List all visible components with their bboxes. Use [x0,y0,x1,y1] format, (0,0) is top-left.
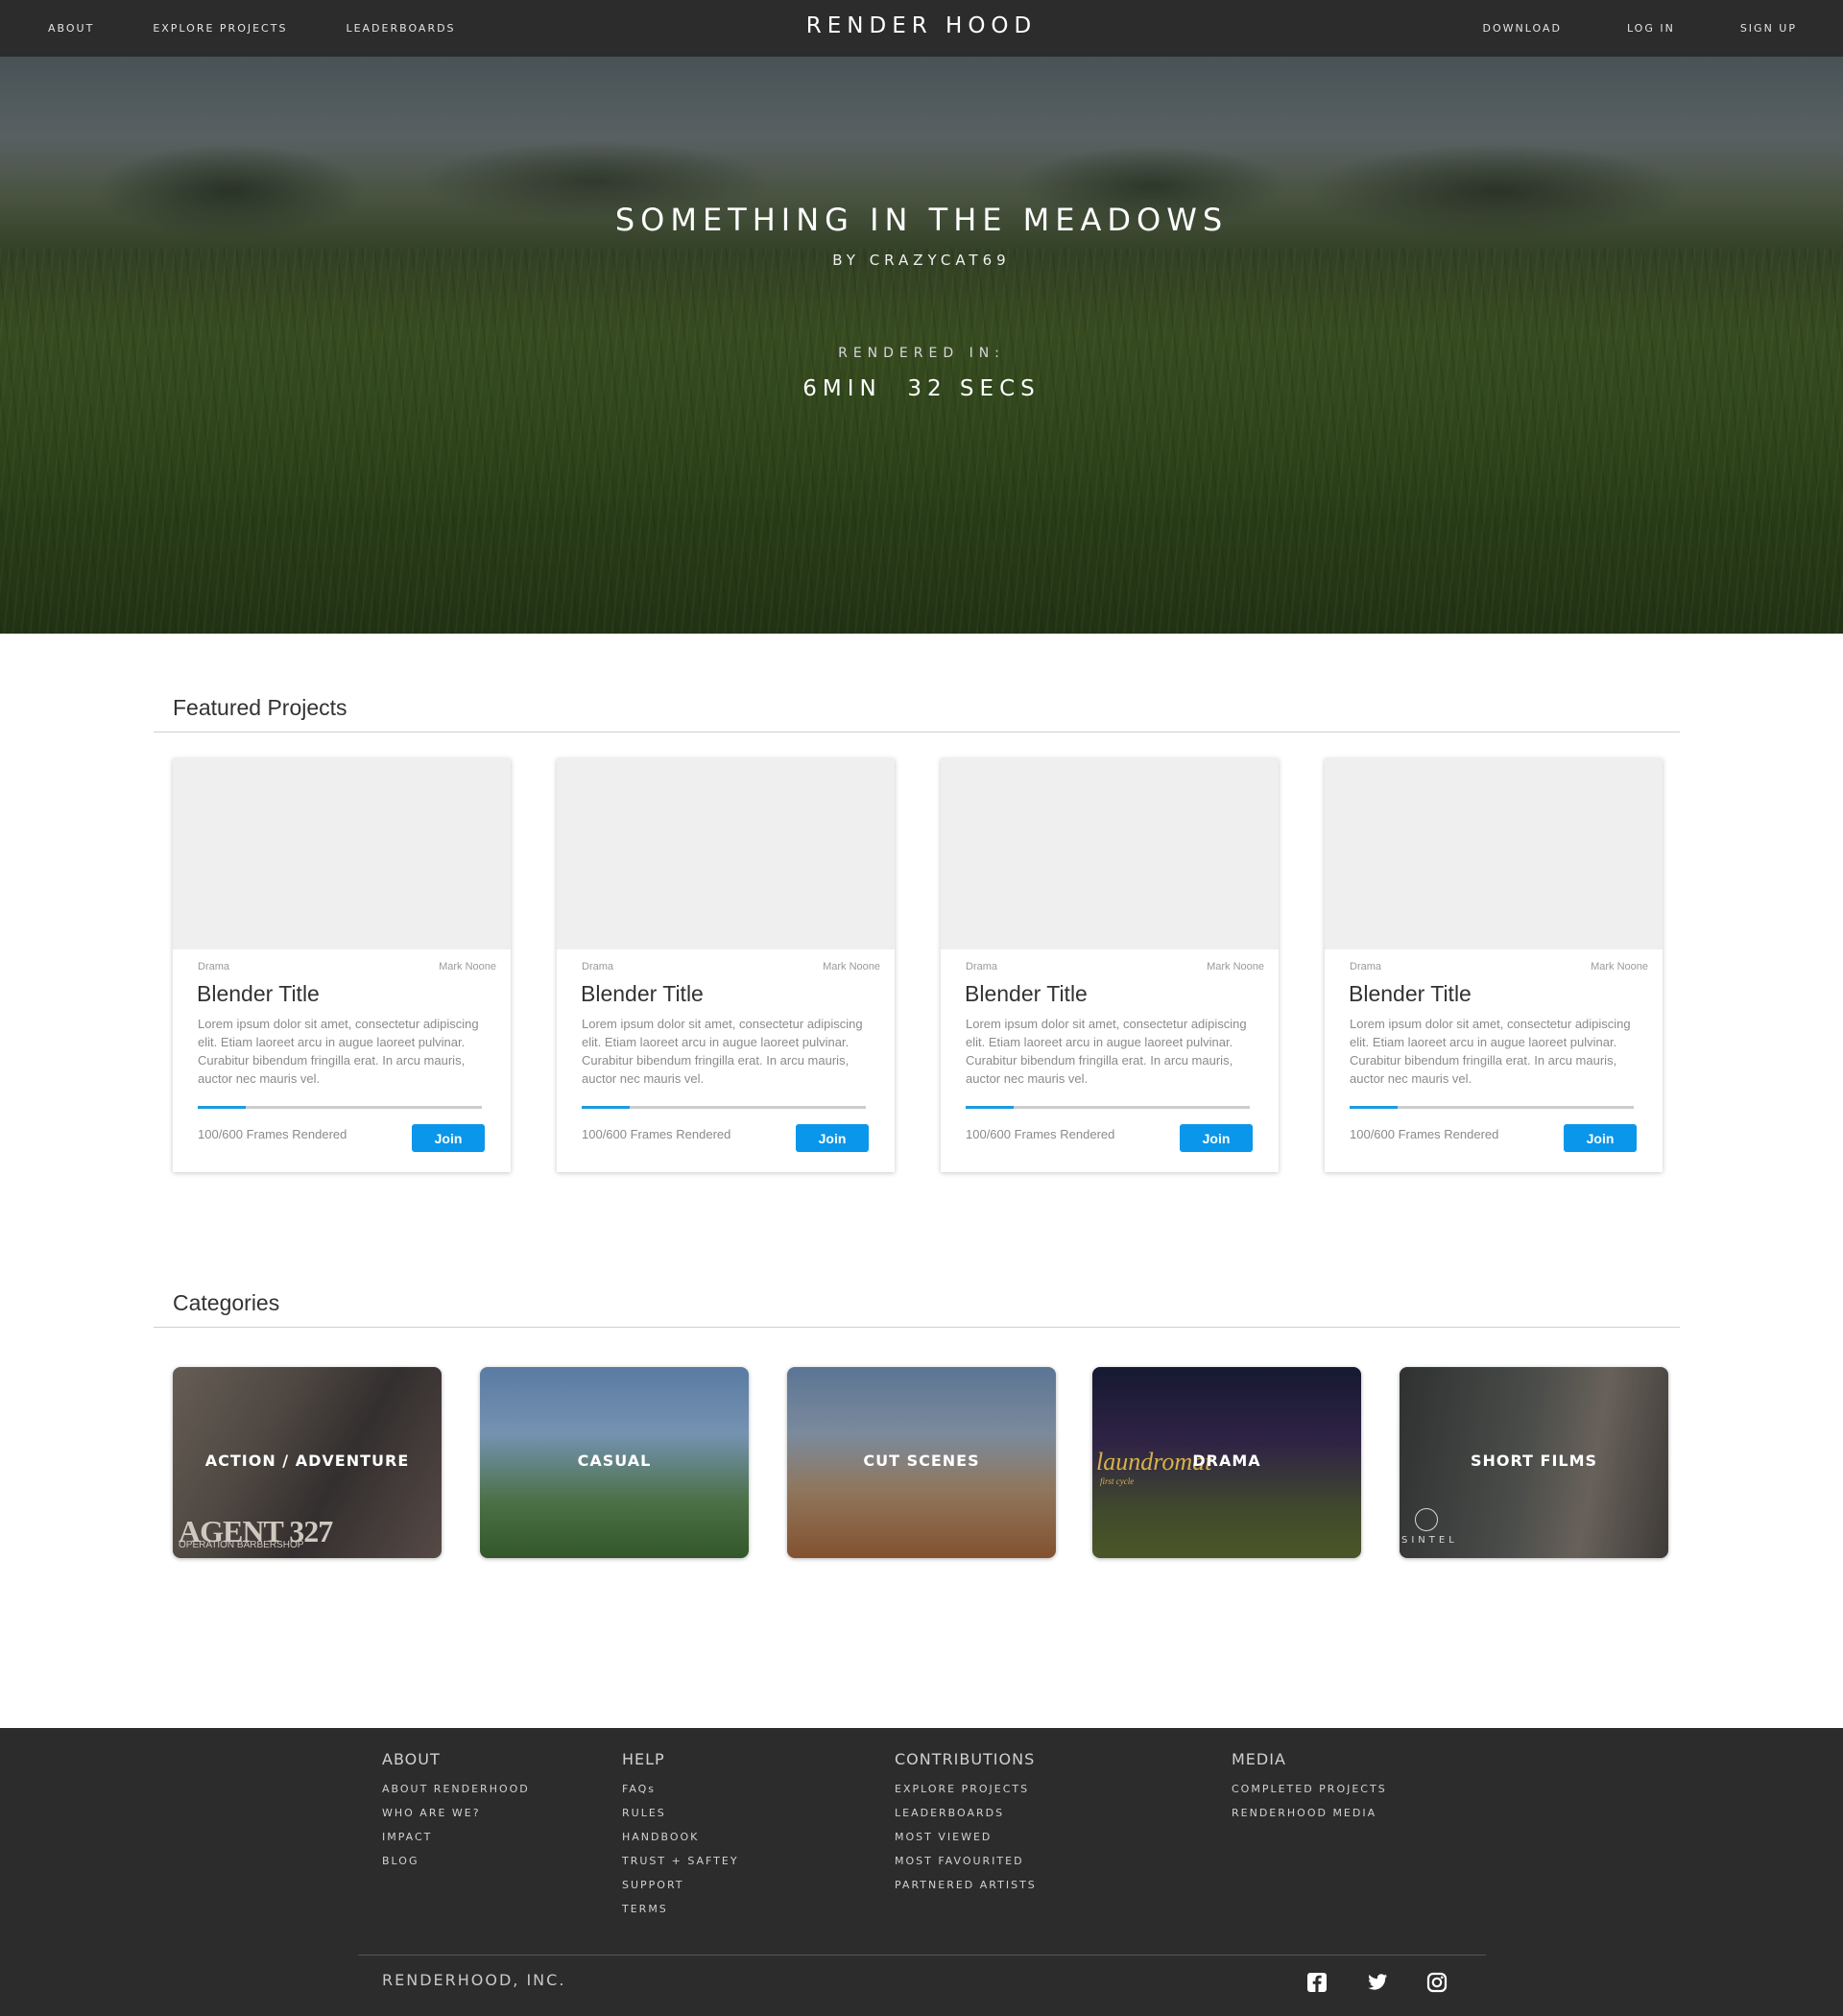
sintel-logo: SINTEL [1401,1535,1458,1546]
category-label: CASUAL [577,1452,652,1470]
project-card[interactable]: Drama Mark Noone Blender Title Lorem ipsum … [557,758,895,1172]
footer-link[interactable]: FAQs [622,1777,739,1801]
footer-link[interactable]: BLOG [382,1849,530,1873]
category-casual[interactable]: CASUAL [480,1367,749,1558]
project-thumbnail[interactable] [173,758,511,949]
footer-link[interactable]: LEADERBOARDS [895,1801,1037,1825]
project-card[interactable]: Drama Mark Noone Blender Title Lorem ipsum … [941,758,1279,1172]
project-title[interactable]: Blender Title [965,981,1088,1007]
category-cut-scenes[interactable]: CUT SCENES [787,1367,1056,1558]
instagram-icon[interactable] [1426,1972,1448,1993]
footer-link[interactable]: TRUST + SAFTEY [622,1849,739,1873]
footer-column-heading: CONTRIBUTIONS [895,1750,1036,1768]
project-genre: Drama [1350,961,1382,972]
render-progress-bar [582,1106,866,1109]
render-progress-fill [966,1106,1015,1109]
category-label: SHORT FILMS [1470,1452,1598,1470]
category-short-films[interactable]: SINTEL SHORT FILMS [1400,1367,1668,1558]
footer-link[interactable]: WHO ARE WE? [382,1801,530,1825]
project-thumbnail[interactable] [557,758,895,949]
project-genre: Drama [966,961,998,972]
top-navbar: ABOUT EXPLORE PROJECTS LEADERBOARDS REND… [0,0,1843,57]
categories-divider [154,1327,1680,1328]
join-button[interactable]: Join [1180,1124,1253,1152]
project-genre: Drama [198,961,230,972]
footer-link[interactable]: PARTNERED ARTISTS [895,1873,1037,1897]
project-thumbnail[interactable] [941,758,1279,949]
join-button[interactable]: Join [796,1124,869,1152]
join-button[interactable]: Join [412,1124,485,1152]
project-author[interactable]: Mark Noone [823,961,880,972]
render-progress-bar [198,1106,482,1109]
footer: ABOUT ABOUT RENDERHOOD WHO ARE WE? IMPAC… [0,1728,1843,2016]
footer-column-heading: ABOUT [382,1750,441,1768]
footer-link[interactable]: MOST FAVOURITED [895,1849,1037,1873]
hero-author[interactable]: BY CRAZYCAT69 [0,252,1843,269]
join-button[interactable]: Join [1564,1124,1637,1152]
project-description: Lorem ipsum dolor sit amet, consectetur … [966,1017,1247,1086]
frames-rendered-count: 100/600 Frames Rendered [198,1127,347,1141]
project-description: Lorem ipsum dolor sit amet, consectetur … [582,1017,863,1086]
hero-rendered-time: 6MIN 32 SECS [802,376,1041,401]
footer-link[interactable]: RULES [622,1801,739,1825]
footer-about-column: ABOUT ABOUT RENDERHOOD WHO ARE WE? IMPAC… [382,1750,530,1873]
laundromat-logo-subtitle: first cycle [1100,1476,1135,1486]
footer-link[interactable]: ABOUT RENDERHOOD [382,1777,530,1801]
footer-company-name: RENDERHOOD, INC. [382,1971,566,1989]
featured-projects-heading: Featured Projects [173,695,347,720]
frames-rendered-count: 100/600 Frames Rendered [582,1127,731,1141]
frames-rendered-count: 100/600 Frames Rendered [966,1127,1115,1141]
render-progress-bar [1350,1106,1634,1109]
footer-help-column: HELP FAQs RULES HANDBOOK TRUST + SAFTEY … [622,1750,739,1921]
frames-rendered-count: 100/600 Frames Rendered [1350,1127,1499,1141]
category-label: ACTION / ADVENTURE [204,1452,410,1470]
category-label: DRAMA [1192,1452,1261,1470]
project-title[interactable]: Blender Title [197,981,320,1007]
project-author[interactable]: Mark Noone [1591,961,1648,972]
footer-media-column: MEDIA COMPLETED PROJECTS RENDERHOOD MEDI… [1232,1750,1387,1825]
footer-column-heading: MEDIA [1232,1750,1286,1768]
project-title[interactable]: Blender Title [1349,981,1472,1007]
sintel-emblem-icon [1415,1508,1438,1531]
project-description: Lorem ipsum dolor sit amet, consectetur … [198,1017,479,1086]
footer-link[interactable]: TERMS [622,1897,739,1921]
hero-rendered-label: RENDERED IN: [838,346,1005,361]
project-card[interactable]: Drama Mark Noone Blender Title Lorem ipsum … [173,758,511,1172]
footer-link[interactable]: IMPACT [382,1825,530,1849]
project-genre: Drama [582,961,614,972]
project-author[interactable]: Mark Noone [1207,961,1264,972]
footer-link[interactable]: COMPLETED PROJECTS [1232,1777,1387,1801]
render-progress-fill [1350,1106,1399,1109]
render-progress-fill [198,1106,247,1109]
footer-column-heading: HELP [622,1750,665,1768]
categories-heading: Categories [173,1290,280,1315]
agent-327-logo-subtitle: OPERATION BARBERSHOP [179,1540,304,1550]
nav-download-link[interactable]: DOWNLOAD [1483,22,1562,35]
hero-title: SOMETHING IN THE MEADOWS [614,202,1229,238]
footer-link[interactable]: SUPPORT [622,1873,739,1897]
footer-divider [358,1955,1486,1956]
render-progress-fill [582,1106,631,1109]
project-title[interactable]: Blender Title [581,981,704,1007]
project-description: Lorem ipsum dolor sit amet, consectetur … [1350,1017,1631,1086]
facebook-icon[interactable] [1306,1972,1328,1993]
footer-contributions-column: CONTRIBUTIONS EXPLORE PROJECTS LEADERBOA… [895,1750,1037,1897]
nav-signup-link[interactable]: SIGN UP [1740,22,1797,35]
category-drama[interactable]: laundromat first cycle DRAMA [1092,1367,1361,1558]
footer-link[interactable]: MOST VIEWED [895,1825,1037,1849]
nav-right-links: DOWNLOAD LOG IN SIGN UP [1483,0,1798,57]
hero-banner: SOMETHING IN THE MEADOWS BY CRAZYCAT69 R… [0,57,1843,634]
project-thumbnail[interactable] [1325,758,1663,949]
category-label: CUT SCENES [863,1452,980,1470]
project-card[interactable]: Drama Mark Noone Blender Title Lorem ipsum … [1325,758,1663,1172]
footer-link[interactable]: HANDBOOK [622,1825,739,1849]
project-author[interactable]: Mark Noone [439,961,496,972]
category-action-adventure[interactable]: AGENT 327 OPERATION BARBERSHOP ACTION / … [173,1367,442,1558]
nav-login-link[interactable]: LOG IN [1627,22,1675,35]
render-progress-bar [966,1106,1250,1109]
footer-link[interactable]: EXPLORE PROJECTS [895,1777,1037,1801]
twitter-icon[interactable] [1367,1972,1388,1993]
footer-link[interactable]: RENDERHOOD MEDIA [1232,1801,1387,1825]
